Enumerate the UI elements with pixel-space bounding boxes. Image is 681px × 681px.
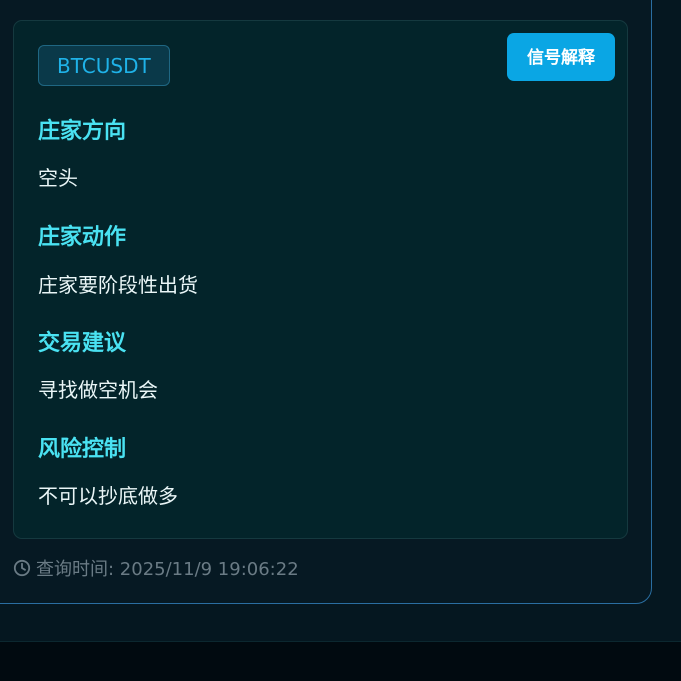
symbol-badge: BTCUSDT xyxy=(38,45,170,86)
dealer-direction-text: 空头 xyxy=(38,166,78,190)
dealer-action-title: 庄家动作 xyxy=(38,225,127,250)
bottom-band xyxy=(0,642,681,681)
trade-suggestion-title: 交易建议 xyxy=(38,331,127,356)
trade-suggestion-text: 寻找做空机会 xyxy=(38,378,158,402)
signal-page: BTCUSDT 信号解释 庄家方向 空头 庄家动作 庄家要阶段性出货 交易建议 … xyxy=(0,0,681,681)
query-time-text: 查询时间: 2025/11/9 19:06:22 xyxy=(36,559,299,580)
dealer-action-text: 庄家要阶段性出货 xyxy=(38,273,198,297)
signal-explanation-button[interactable]: 信号解释 xyxy=(507,33,615,81)
dealer-direction-title: 庄家方向 xyxy=(38,119,127,144)
risk-control-text: 不可以抄底做多 xyxy=(38,484,178,508)
signal-details-box: BTCUSDT 信号解释 庄家方向 空头 庄家动作 庄家要阶段性出货 交易建议 … xyxy=(13,20,628,539)
clock-icon xyxy=(13,559,31,577)
risk-control-title: 风险控制 xyxy=(38,437,127,462)
query-time: 查询时间: 2025/11/9 19:06:22 xyxy=(13,555,299,581)
